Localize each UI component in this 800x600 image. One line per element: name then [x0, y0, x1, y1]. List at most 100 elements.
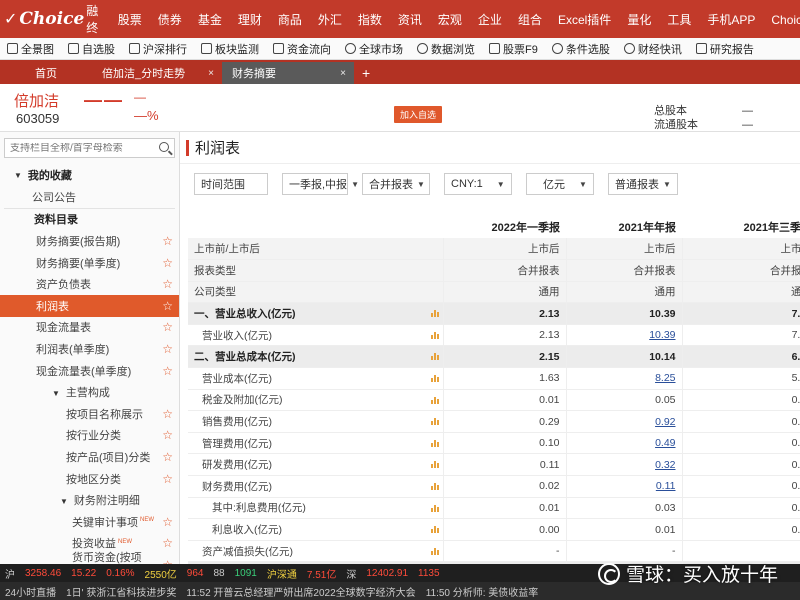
menu-item[interactable]: 宏观	[430, 11, 470, 28]
menu-item[interactable]: 工具	[659, 11, 699, 28]
star-icon[interactable]: ☆	[162, 299, 173, 313]
period-select[interactable]: 一季报,中报 ▼	[282, 173, 359, 195]
sidebar-item[interactable]: 货币资金(按项目)NEW☆	[0, 552, 179, 564]
table-row[interactable]: 财务费用(亿元) 0.02 0.11 0.03	[188, 475, 800, 498]
table-row[interactable]: 研发费用(亿元) 0.11 0.32 0.21	[188, 453, 800, 477]
add-tab-icon[interactable]: +	[354, 62, 378, 84]
sidebar-item[interactable]: 按地区分类 ☆	[0, 468, 179, 490]
sidebar-item[interactable]: 关键审计事项 NEW ☆	[0, 511, 179, 533]
toolbar-item[interactable]: 自选股	[61, 41, 122, 57]
bar-chart-icon[interactable]	[430, 525, 439, 534]
table-header-col[interactable]: 2022年一季报	[443, 216, 566, 238]
menu-item[interactable]: 理财	[230, 11, 270, 28]
app-logo[interactable]: ✓ Choice 金融终端	[0, 0, 98, 52]
bar-chart-icon[interactable]	[430, 482, 439, 491]
table-row[interactable]: 税金及附加(亿元) 0.01 0.05 0.04	[188, 389, 800, 412]
toolbar-item[interactable]: 全景图	[0, 41, 61, 57]
news-ticker-item[interactable]: 1日' 获浙江省科技进步奖	[61, 584, 181, 599]
toolbar-item[interactable]: 研究报告	[689, 41, 761, 57]
sidebar-group-main-composition[interactable]: ▼ 主营构成	[0, 381, 179, 403]
menu-item[interactable]: 指数	[350, 11, 390, 28]
sidebar-item[interactable]: 现金流量表(单季度) ☆	[0, 360, 179, 382]
value-link[interactable]: 0.92	[655, 416, 675, 428]
menu-item[interactable]: 资讯	[390, 11, 430, 28]
sidebar-item[interactable]: 财务摘要(报告期) ☆	[0, 230, 179, 252]
toolbar-item[interactable]: 沪深排行	[122, 41, 194, 57]
sidebar-favorites[interactable]: ▼ 我的收藏	[0, 164, 179, 186]
bar-chart-icon[interactable]	[430, 504, 439, 512]
menu-item[interactable]: Excel插件	[550, 11, 619, 28]
table-header-col[interactable]: 2021年年报	[566, 216, 682, 238]
sidebar-item[interactable]: 现金流量表 ☆	[0, 317, 179, 339]
sidebar-item[interactable]: 利润表(单季度) ☆	[0, 338, 179, 360]
bar-chart-icon[interactable]	[430, 374, 439, 383]
unit-select[interactable]: 亿元 ▼	[526, 173, 594, 195]
bar-chart-icon[interactable]	[430, 417, 439, 426]
star-icon[interactable]: ☆	[162, 277, 173, 291]
menu-item[interactable]: 债券	[150, 11, 190, 28]
value-link[interactable]: 0.32	[655, 459, 675, 471]
sidebar-item[interactable]: 按行业分类 ☆	[0, 425, 179, 447]
menu-item[interactable]: 基金	[190, 11, 230, 28]
currency-select[interactable]: CNY:1 ▼	[444, 173, 512, 195]
table-row[interactable]: 公司类型 通用 通用 通用	[188, 281, 800, 304]
toolbar-item[interactable]: 资金流向	[266, 41, 338, 57]
star-icon[interactable]: ☆	[162, 320, 173, 334]
bar-chart-icon[interactable]	[430, 309, 439, 318]
add-to-watchlist-button[interactable]: 加入自选	[394, 106, 443, 123]
menu-item[interactable]: 股票	[110, 11, 150, 28]
sidebar-search-input[interactable]	[10, 142, 150, 154]
table-header-col[interactable]: 2021年三季报	[682, 216, 800, 238]
sidebar-item-announcement[interactable]: 公司公告	[0, 186, 179, 208]
star-icon[interactable]: ☆	[162, 428, 173, 442]
table-row[interactable]: 销售费用(亿元) 0.29 0.92 0.50	[188, 410, 800, 433]
toolbar-item[interactable]: 板块监测	[194, 41, 266, 57]
table-row[interactable]: 其中:利息费用(亿元) 0.01 0.03 0.03	[188, 497, 800, 520]
bar-chart-icon[interactable]	[430, 547, 439, 555]
table-row[interactable]: 营业收入(亿元) 2.13 10.39 7.27	[188, 324, 800, 347]
toolbar-item[interactable]: 股票F9	[482, 41, 545, 57]
star-icon[interactable]: ☆	[162, 472, 173, 486]
value-link[interactable]: 8.25	[655, 372, 675, 384]
star-icon[interactable]: ☆	[162, 515, 173, 529]
star-icon[interactable]: ☆	[162, 256, 173, 270]
time-range-button[interactable]: 时间范围	[194, 173, 268, 195]
star-icon[interactable]: ☆	[162, 234, 173, 248]
bar-chart-icon[interactable]	[430, 439, 439, 447]
news-ticker-item[interactable]: 11:52 开普云总经理严妍出席2022全球数字经济大会	[181, 584, 420, 599]
search-icon[interactable]	[159, 142, 169, 152]
bar-chart-icon[interactable]	[430, 352, 439, 361]
star-icon[interactable]: ☆	[162, 364, 173, 378]
bar-chart-icon[interactable]	[430, 396, 439, 404]
sidebar-item[interactable]: 按产品(项目)分类 ☆	[0, 446, 179, 468]
menu-item[interactable]: 手机APP	[699, 11, 763, 28]
tab-home[interactable]: 首页	[0, 62, 92, 84]
sidebar-item[interactable]: 利润表 ☆	[0, 294, 179, 317]
value-link[interactable]: 10.39	[649, 329, 675, 341]
table-row[interactable]: 上市前/上市后 上市后 上市后 上市后	[188, 238, 800, 261]
menu-item[interactable]: 组合	[510, 11, 550, 28]
sidebar-group-notes[interactable]: ▼ 财务附注明细	[0, 489, 179, 511]
news-ticker-item[interactable]: 11:50 分析师: 美债收益率	[421, 584, 544, 599]
table-row[interactable]: 资产减值损失(亿元)---	[188, 540, 800, 563]
toolbar-item[interactable]: 财经快讯	[617, 41, 689, 57]
sidebar-item[interactable]: 财务摘要(单季度) ☆	[0, 252, 179, 274]
value-link[interactable]: 0.49	[655, 437, 675, 449]
menu-item[interactable]: 外汇	[310, 11, 350, 28]
toolbar-item[interactable]: 全球市场	[338, 41, 410, 57]
bar-chart-icon[interactable]	[430, 331, 439, 339]
table-row[interactable]: 营业成本(亿元) 1.63 8.25 5.78	[188, 367, 800, 390]
table-row[interactable]: 报表类型 合并报表 合并报表 合并报表	[188, 259, 800, 282]
star-icon[interactable]: ☆	[162, 342, 173, 356]
star-icon[interactable]: ☆	[162, 536, 173, 550]
sidebar-item[interactable]: 按项目名称展示 ☆	[0, 403, 179, 425]
value-link[interactable]: 0.11	[656, 480, 676, 492]
table-row[interactable]: 管理费用(亿元) 0.10 0.49 0.36	[188, 432, 800, 455]
tab-financial-summary[interactable]: 财务摘要 ×	[222, 62, 354, 84]
bar-chart-icon[interactable]	[430, 460, 439, 469]
star-icon[interactable]: ☆	[162, 407, 173, 421]
table-row[interactable]: 二、营业总成本(亿元) 2.15 10.14 6.90	[188, 345, 800, 369]
table-row[interactable]: 一、营业总收入(亿元) 2.13 10.39 7.27	[188, 302, 800, 325]
menu-item[interactable]: Choice学	[763, 11, 800, 28]
close-icon[interactable]: ×	[340, 68, 346, 79]
